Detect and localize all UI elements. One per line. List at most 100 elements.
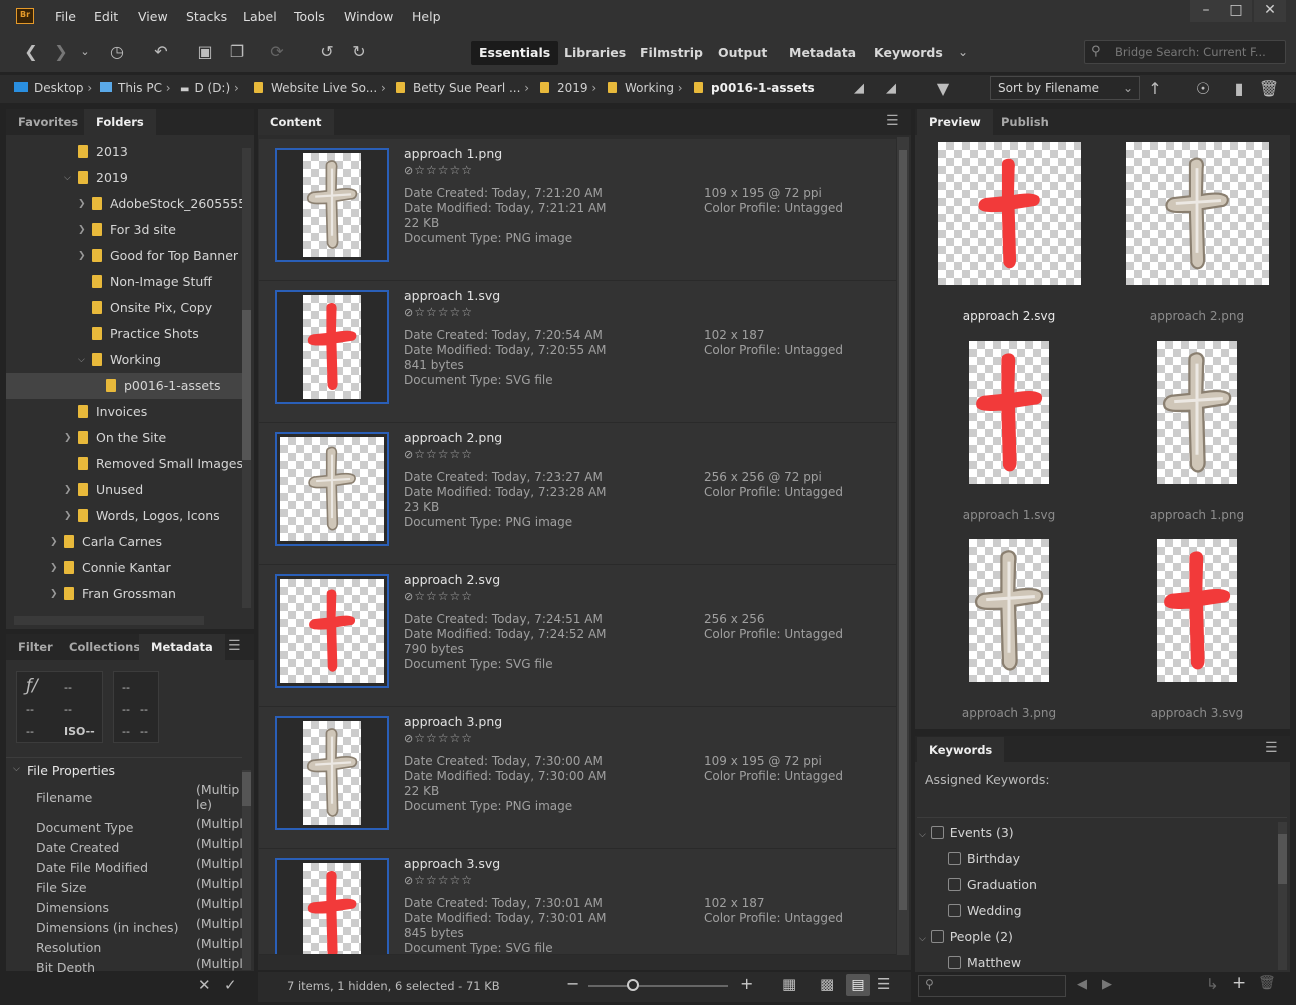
keyword-item[interactable]: Birthday bbox=[948, 851, 1020, 866]
file-properties-title[interactable]: File Properties bbox=[27, 763, 115, 778]
keyword-checkbox[interactable] bbox=[948, 904, 961, 917]
menu-tools[interactable]: Tools bbox=[294, 9, 325, 24]
content-item[interactable]: approach 3.png ⊘☆☆☆☆☆ Date Created: Today,… bbox=[259, 707, 896, 849]
preview-image[interactable] bbox=[937, 142, 1081, 285]
details-view-icon[interactable]: ▤ bbox=[846, 974, 870, 996]
quality-dropdown-icon[interactable]: ◢ bbox=[880, 78, 902, 100]
folder-tree-item[interactable]: ❯ Words, Logos, Icons bbox=[6, 503, 242, 529]
property-value[interactable]: (Multipl bbox=[196, 836, 242, 851]
folder-tree-item[interactable]: ❯ Unused bbox=[6, 477, 242, 503]
rotate-off-icon[interactable]: ⟳ bbox=[266, 41, 288, 63]
tab-metadata[interactable]: Metadata bbox=[139, 634, 225, 660]
minimize-button[interactable]: – bbox=[1190, 0, 1222, 22]
keyword-item[interactable]: Matthew bbox=[948, 955, 1021, 970]
sort-select[interactable]: Sort by Filename ⌄ bbox=[990, 76, 1140, 100]
chevron-right-icon[interactable]: ❯ bbox=[50, 555, 58, 581]
forward-icon[interactable]: ❯ bbox=[50, 41, 72, 63]
keyword-checkbox[interactable] bbox=[948, 878, 961, 891]
thumbnail-view-icon[interactable]: ▩ bbox=[820, 975, 834, 993]
chevron-right-icon[interactable]: ❯ bbox=[64, 503, 72, 529]
delete-icon[interactable]: 🗑 bbox=[1258, 78, 1280, 100]
chevron-right-icon[interactable]: ❯ bbox=[50, 529, 58, 555]
chevron-right-icon[interactable]: ❯ bbox=[78, 243, 86, 269]
refine-icon[interactable]: ❐ bbox=[226, 41, 248, 63]
workspace-keywords[interactable]: Keywords bbox=[866, 41, 951, 65]
keyword-item[interactable]: Wedding bbox=[948, 903, 1022, 918]
item-thumbnail[interactable] bbox=[275, 148, 389, 262]
keywords-scroll-thumb[interactable] bbox=[1278, 834, 1287, 884]
preview-image[interactable] bbox=[969, 539, 1049, 682]
preview-image[interactable] bbox=[1125, 142, 1269, 285]
keyword-checkbox[interactable] bbox=[930, 826, 944, 839]
chevron-down-icon[interactable]: ⌵ bbox=[13, 764, 20, 774]
folder-tree-item[interactable]: ❯ Connie Kantar bbox=[6, 555, 242, 581]
item-filename[interactable]: approach 1.svg bbox=[404, 288, 500, 303]
metadata-scroll-thumb[interactable] bbox=[242, 772, 251, 806]
rating-stars[interactable]: ⊘☆☆☆☆☆ bbox=[404, 731, 473, 745]
folder-tree-item[interactable]: ❯ Carla Carnes bbox=[6, 529, 242, 555]
content-item[interactable]: approach 2.svg ⊘☆☆☆☆☆ Date Created: Today,… bbox=[259, 565, 896, 707]
tab-keywords[interactable]: Keywords bbox=[917, 737, 1005, 763]
workspace-filmstrip[interactable]: Filmstrip bbox=[632, 41, 711, 65]
recent-dropdown-icon[interactable]: ⌄ bbox=[74, 41, 96, 63]
tab-preview[interactable]: Preview bbox=[917, 109, 993, 135]
preview-image[interactable] bbox=[1157, 341, 1237, 484]
property-value[interactable]: (Multipl bbox=[196, 856, 242, 871]
workspace-essentials[interactable]: Essentials bbox=[471, 41, 559, 65]
recent-files-icon[interactable]: ◷ bbox=[106, 41, 128, 63]
menu-file[interactable]: File bbox=[55, 9, 76, 24]
folder-tree-item[interactable]: Removed Small Images bbox=[6, 451, 242, 477]
folder-tree-item[interactable]: 2013 bbox=[6, 139, 242, 165]
property-value[interactable]: (Multipl bbox=[196, 916, 242, 931]
breadcrumb-item[interactable]: p0016-1-assets bbox=[694, 81, 815, 95]
folder-tree-item[interactable]: p0016-1-assets bbox=[6, 373, 242, 399]
folder-tree-item[interactable]: Onsite Pix, Copy bbox=[6, 295, 242, 321]
zoom-out-icon[interactable]: − bbox=[566, 974, 579, 993]
chevron-right-icon[interactable]: ❯ bbox=[50, 581, 58, 607]
next-icon[interactable]: ▶ bbox=[1102, 977, 1112, 992]
workspace-output[interactable]: Output bbox=[710, 41, 775, 65]
keyword-checkbox[interactable] bbox=[948, 956, 961, 969]
folder-tree-item[interactable]: ❯ For 3d site bbox=[6, 217, 242, 243]
breadcrumb-item[interactable]: ▬ D (D:) › bbox=[180, 81, 239, 95]
content-item[interactable]: approach 3.svg ⊘☆☆☆☆☆ Date Created: Today,… bbox=[259, 849, 896, 955]
close-button[interactable]: ✕ bbox=[1254, 0, 1286, 22]
folder-tree-item[interactable]: ⌵ 2019 bbox=[6, 165, 242, 191]
property-value[interactable]: (Multipl bbox=[196, 876, 242, 891]
breadcrumb-item[interactable]: Working › bbox=[608, 81, 683, 95]
keyword-item[interactable]: ⌵ People (2) bbox=[919, 929, 1013, 944]
filter-icon[interactable]: ▼ bbox=[932, 78, 954, 100]
item-filename[interactable]: approach 1.png bbox=[404, 146, 502, 161]
breadcrumb-item[interactable]: Betty Sue Pearl ... › bbox=[396, 81, 529, 95]
quality-icon[interactable]: ◢ bbox=[848, 78, 870, 100]
workspace-more-icon[interactable]: ⌄ bbox=[952, 41, 974, 63]
folder-tree-item[interactable]: Non-Image Stuff bbox=[6, 269, 242, 295]
folders-scroll-thumb[interactable] bbox=[242, 310, 251, 460]
chevron-right-icon[interactable]: ❯ bbox=[78, 217, 86, 243]
content-item[interactable]: approach 2.png ⊘☆☆☆☆☆ Date Created: Today,… bbox=[259, 423, 896, 565]
thumbnail-slider[interactable] bbox=[588, 985, 728, 987]
folder-tree-item[interactable]: Invoices bbox=[6, 399, 242, 425]
rotate-right-icon[interactable]: ↻ bbox=[348, 41, 370, 63]
workspace-libraries[interactable]: Libraries bbox=[556, 41, 634, 65]
item-filename[interactable]: approach 3.svg bbox=[404, 856, 500, 871]
keyword-search-input[interactable] bbox=[918, 975, 1066, 997]
property-value[interactable]: (Multipl bbox=[196, 936, 242, 951]
breadcrumb-item[interactable]: Desktop › bbox=[14, 81, 92, 95]
search-input[interactable]: Bridge Search: Current F... bbox=[1084, 40, 1286, 64]
new-keyword-icon[interactable]: + bbox=[1232, 973, 1246, 993]
chevron-down-icon[interactable]: ⌵ bbox=[919, 830, 929, 840]
item-filename[interactable]: approach 3.png bbox=[404, 714, 502, 729]
preview-image[interactable] bbox=[969, 341, 1049, 484]
breadcrumb-item[interactable]: This PC › bbox=[100, 81, 171, 95]
chevron-down-icon[interactable]: ⌵ bbox=[78, 347, 85, 373]
item-thumbnail[interactable] bbox=[275, 716, 389, 830]
keyword-checkbox[interactable] bbox=[930, 930, 944, 943]
property-value[interactable]: (Multipl bbox=[196, 816, 242, 831]
folder-tree-item[interactable]: ❯ AdobeStock_26055553 bbox=[6, 191, 242, 217]
item-thumbnail[interactable] bbox=[275, 858, 389, 954]
menu-label[interactable]: Label bbox=[243, 9, 277, 24]
new-subkeyword-icon[interactable]: ↳ bbox=[1206, 975, 1219, 993]
menu-view[interactable]: View bbox=[138, 9, 168, 24]
chevron-down-icon[interactable]: ⌵ bbox=[919, 934, 929, 944]
